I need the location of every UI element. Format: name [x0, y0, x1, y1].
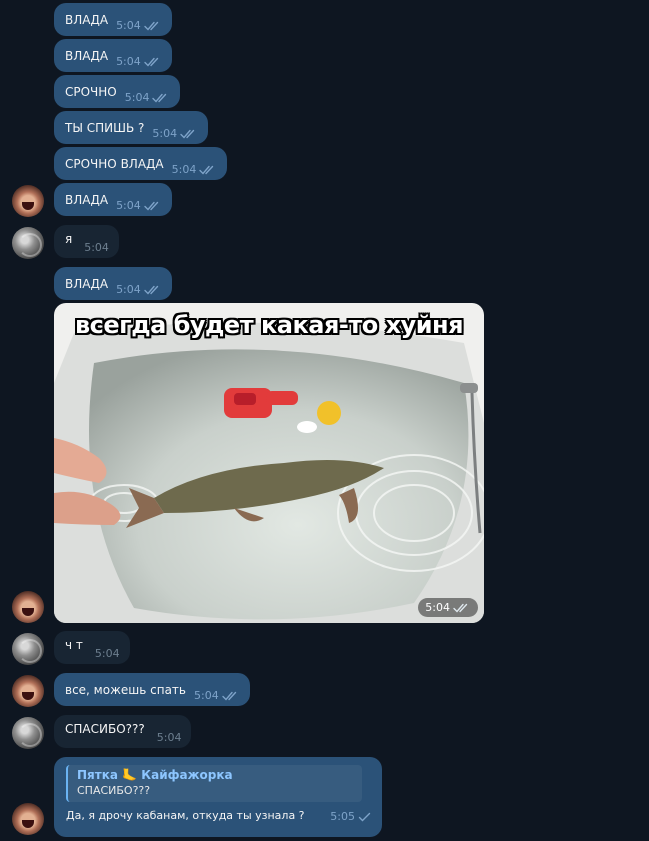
reply-quote[interactable]: Пятка 🦶 Кайфажорка СПАСИБО??? — [66, 765, 362, 802]
message-text: все, можешь спать — [65, 683, 186, 697]
message-text: ВЛАДА — [65, 193, 109, 207]
message-meta: 5:04 — [116, 199, 162, 212]
message-time: 5:04 — [156, 731, 182, 744]
message-meta: 5:05 — [330, 810, 372, 823]
message-meta: 5:04 — [152, 127, 198, 140]
reply-author-name: Пятка — [77, 768, 118, 782]
message-meta: 5:04 — [116, 55, 162, 68]
message-text: я — [65, 232, 73, 246]
message-meta: 5:04 — [125, 91, 171, 104]
reply-author-name-suffix: Кайфажорка — [141, 768, 233, 782]
reply-author: Пятка 🦶 Кайфажорка — [77, 767, 354, 783]
message-time: 5:05 — [330, 810, 355, 823]
message-bubble-outgoing[interactable]: все, можешь спать 5:04 — [54, 673, 250, 706]
message-bubble-incoming[interactable]: ч т 5:04 — [54, 631, 130, 664]
double-check-icon — [144, 201, 162, 211]
message-time: 5:04 — [116, 55, 141, 68]
message-meta: 5:04 — [116, 19, 162, 32]
message-time: 5:04 — [116, 199, 141, 212]
sender-avatar[interactable] — [12, 675, 44, 707]
double-check-icon — [144, 21, 162, 31]
message-time: 5:04 — [194, 689, 219, 702]
contact-avatar[interactable] — [12, 633, 44, 665]
message-bubble-incoming[interactable]: СПАСИБО??? 5:04 — [54, 715, 192, 748]
message-bubble-outgoing[interactable]: СРОЧНО 5:04 — [54, 75, 181, 108]
message-text: ВЛАДА — [65, 277, 109, 291]
double-check-icon — [144, 285, 162, 295]
message-bubble-outgoing[interactable]: ТЫ СПИШЬ ? 5:04 — [54, 111, 209, 144]
bathtub-fish-image — [54, 303, 484, 623]
meme-caption: всегда будет какая-то хуйня — [74, 311, 464, 339]
double-check-icon — [199, 165, 217, 175]
photo-meta: 5:04 — [418, 598, 478, 617]
message-meta: 5:04 — [116, 283, 162, 296]
message-text: СРОЧНО ВЛАДА — [65, 157, 164, 171]
meme-photo[interactable]: всегда будет какая-то хуйня 5:04 — [54, 303, 484, 623]
message-bubble-incoming[interactable]: я 5:04 — [54, 225, 119, 258]
message-bubble-outgoing[interactable]: ВЛАДА 5:04 — [54, 3, 172, 36]
message-text: ТЫ СПИШЬ ? — [65, 121, 145, 135]
message-text: Да, я дрочу кабанам, откуда ты узнала ? — [66, 809, 305, 822]
check-icon — [358, 812, 372, 822]
message-text: ч т — [65, 638, 83, 652]
sender-avatar[interactable] — [12, 803, 44, 835]
message-bubble-outgoing-reply[interactable]: Пятка 🦶 Кайфажорка СПАСИБО??? Да, я дроч… — [54, 757, 382, 837]
message-time: 5:04 — [171, 163, 197, 176]
contact-avatar[interactable] — [12, 227, 44, 259]
sender-avatar[interactable] — [12, 591, 44, 623]
message-time: 5:04 — [116, 19, 141, 32]
double-check-icon — [180, 129, 198, 139]
message-time: 5:04 — [425, 601, 450, 614]
message-meta: 5:04 — [95, 647, 120, 660]
message-time: 5:04 — [84, 241, 109, 254]
message-text: СРОЧНО — [65, 85, 117, 99]
message-meta: 5:04 — [157, 731, 182, 744]
message-meta: 5:04 — [172, 163, 218, 176]
message-text: ВЛАДА — [65, 13, 109, 27]
double-check-icon — [222, 691, 240, 701]
reply-quoted-text: СПАСИБО??? — [77, 784, 151, 797]
message-bubble-outgoing[interactable]: ВЛАДА 5:04 — [54, 39, 172, 72]
message-meta: 5:04 — [84, 241, 109, 254]
message-time: 5:04 — [152, 127, 178, 140]
double-check-icon — [144, 57, 162, 67]
message-time: 5:04 — [124, 91, 150, 104]
double-check-icon — [453, 603, 471, 613]
message-bubble-outgoing[interactable]: ВЛАДА 5:04 — [54, 267, 172, 300]
message-text: ВЛАДА — [65, 49, 109, 63]
message-time: 5:04 — [116, 283, 141, 296]
sender-avatar[interactable] — [12, 185, 44, 217]
message-bubble-outgoing[interactable]: ВЛАДА 5:04 — [54, 183, 172, 216]
message-text: СПАСИБО??? — [65, 722, 145, 736]
contact-avatar[interactable] — [12, 717, 44, 749]
double-check-icon — [152, 93, 170, 103]
message-bubble-outgoing[interactable]: СРОЧНО ВЛАДА 5:04 — [54, 147, 228, 180]
message-time: 5:04 — [94, 647, 120, 660]
message-meta: 5:04 — [194, 689, 240, 702]
foot-emoji-icon: 🦶 — [122, 768, 138, 782]
